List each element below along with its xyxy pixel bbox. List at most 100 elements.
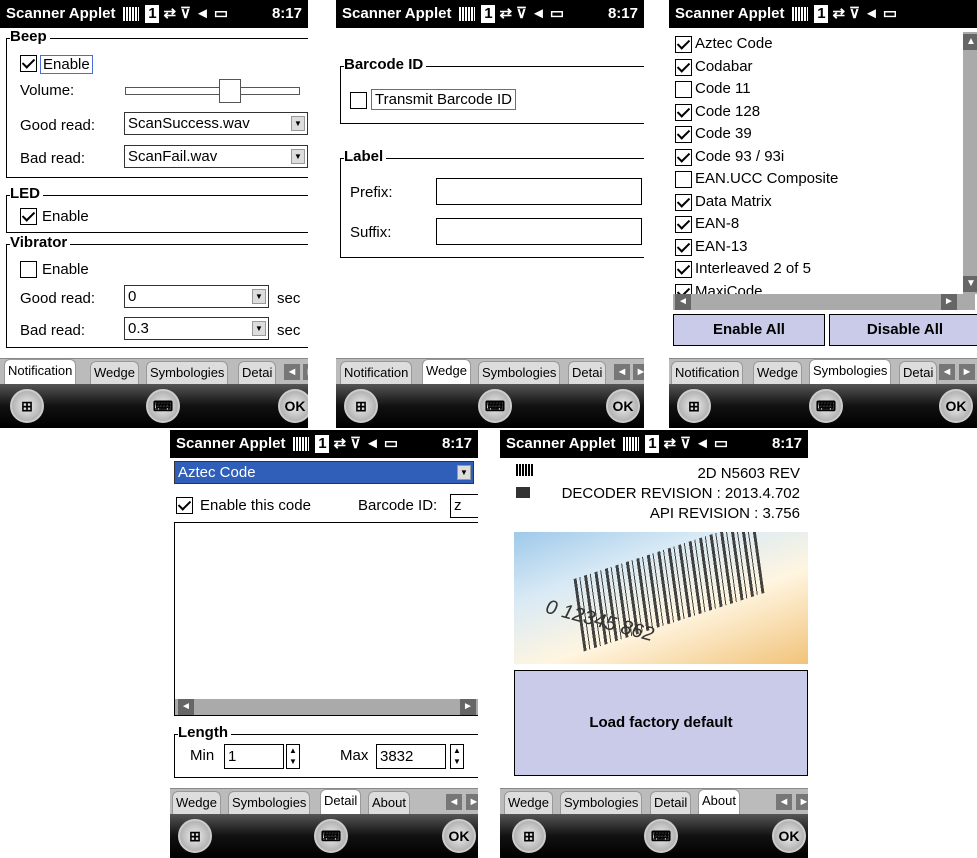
tab-symbologies[interactable]: Symbologies bbox=[809, 359, 892, 385]
symbology-checkbox[interactable] bbox=[675, 283, 692, 294]
beep-enable-checkbox[interactable] bbox=[20, 55, 37, 72]
symbology-row[interactable]: Code 128 bbox=[673, 102, 961, 124]
ok-button[interactable]: OK bbox=[278, 389, 308, 423]
scroll-down-icon[interactable]: ▼ bbox=[963, 276, 977, 292]
tab-symbologies[interactable]: Symbologies bbox=[146, 361, 229, 385]
symbology-checkbox[interactable] bbox=[675, 126, 692, 143]
symbology-row[interactable]: Interleaved 2 of 5 bbox=[673, 259, 961, 281]
tab-notification[interactable]: Notification bbox=[340, 361, 413, 385]
tab-detail[interactable]: Detail bbox=[320, 789, 362, 815]
code-selector-combo[interactable]: Aztec Code ▼ bbox=[174, 461, 474, 484]
keyboard-icon[interactable]: ⌨ bbox=[314, 819, 348, 853]
symbology-row[interactable]: Code 93 / 93i bbox=[673, 147, 961, 169]
suffix-input[interactable] bbox=[436, 218, 642, 245]
tab-wedge[interactable]: Wedge bbox=[90, 361, 139, 385]
symbology-checkbox[interactable] bbox=[675, 261, 692, 278]
tab-about[interactable]: About bbox=[698, 789, 740, 815]
tab-symbologies[interactable]: Symbologies bbox=[478, 361, 561, 385]
min-spinner[interactable]: ▲ ▼ bbox=[286, 744, 300, 769]
tab-about[interactable]: About bbox=[368, 791, 410, 815]
tab-wedge[interactable]: Wedge bbox=[422, 359, 471, 385]
tab-detail[interactable]: Detai bbox=[568, 361, 607, 385]
enable-all-button[interactable]: Enable All bbox=[673, 314, 825, 346]
symbology-checkbox[interactable] bbox=[675, 216, 692, 233]
tab-wedge[interactable]: Wedge bbox=[504, 791, 553, 815]
good-read-combo[interactable]: ScanSuccess.wav ▼ bbox=[124, 112, 308, 135]
tab-scroll-right-icon[interactable]: ► bbox=[633, 364, 644, 380]
symbology-row[interactable]: Codabar bbox=[673, 57, 961, 79]
symbology-checkbox[interactable] bbox=[675, 171, 692, 188]
tab-scroll-left-icon[interactable]: ◄ bbox=[284, 364, 300, 380]
ok-button[interactable]: OK bbox=[442, 819, 476, 853]
list-horizontal-scrollbar[interactable] bbox=[673, 294, 975, 310]
tab-detail[interactable]: Detai bbox=[238, 361, 277, 385]
tab-notification[interactable]: Notification bbox=[671, 361, 744, 385]
symbology-row[interactable]: EAN-13 bbox=[673, 237, 961, 259]
scroll-left-icon[interactable]: ◄ bbox=[675, 294, 691, 310]
disable-all-button[interactable]: Disable All bbox=[829, 314, 977, 346]
tab-notification[interactable]: Notification bbox=[4, 359, 77, 385]
ok-button[interactable]: OK bbox=[606, 389, 640, 423]
load-factory-default-button[interactable]: Load factory default bbox=[514, 670, 808, 776]
keyboard-icon[interactable]: ⌨ bbox=[146, 389, 180, 423]
symbology-checkbox[interactable] bbox=[675, 238, 692, 256]
keyboard-icon[interactable]: ⌨ bbox=[644, 819, 678, 853]
tab-scroll-right-icon[interactable]: ► bbox=[796, 794, 808, 810]
windows-start-icon[interactable]: ⊞ bbox=[10, 389, 44, 423]
transmit-barcode-checkbox[interactable] bbox=[350, 92, 367, 109]
symbology-checkbox[interactable] bbox=[675, 103, 692, 121]
barcode-id-input[interactable]: z bbox=[450, 494, 478, 518]
vib-good-read-combo[interactable]: 0 ▼ bbox=[124, 285, 269, 308]
ok-button[interactable]: OK bbox=[939, 389, 973, 423]
symbology-row[interactable]: Code 11 bbox=[673, 79, 961, 101]
volume-slider-track[interactable] bbox=[125, 87, 300, 95]
symbology-checkbox[interactable] bbox=[675, 36, 692, 53]
symbology-checkbox[interactable] bbox=[675, 148, 692, 166]
scroll-up-icon[interactable]: ▲ bbox=[963, 34, 977, 50]
tab-symbologies[interactable]: Symbologies bbox=[228, 791, 311, 815]
tab-scroll-left-icon[interactable]: ◄ bbox=[614, 364, 630, 380]
symbology-row[interactable]: EAN.UCC Composite bbox=[673, 169, 961, 191]
windows-start-icon[interactable]: ⊞ bbox=[344, 389, 378, 423]
options-horizontal-scrollbar[interactable] bbox=[175, 699, 478, 715]
vib-bad-read-combo[interactable]: 0.3 ▼ bbox=[124, 317, 269, 340]
keyboard-icon[interactable]: ⌨ bbox=[478, 389, 512, 423]
tab-scroll-left-icon[interactable]: ◄ bbox=[446, 794, 462, 810]
symbology-checkbox[interactable] bbox=[675, 193, 692, 211]
vibrator-enable-checkbox[interactable] bbox=[20, 261, 37, 278]
tab-scroll-right-icon[interactable]: ► bbox=[303, 364, 308, 380]
tab-detail[interactable]: Detai bbox=[899, 361, 938, 385]
tab-scroll-right-icon[interactable]: ► bbox=[466, 794, 478, 810]
tab-wedge[interactable]: Wedge bbox=[753, 361, 802, 385]
ok-button[interactable]: OK bbox=[772, 819, 806, 853]
led-enable-checkbox[interactable] bbox=[20, 208, 37, 225]
tab-scroll-left-icon[interactable]: ◄ bbox=[939, 364, 955, 380]
max-spinner[interactable]: ▲ ▼ bbox=[450, 744, 464, 769]
tab-scroll-left-icon[interactable]: ◄ bbox=[776, 794, 792, 810]
bad-read-combo[interactable]: ScanFail.wav ▼ bbox=[124, 145, 308, 168]
prefix-input[interactable] bbox=[436, 178, 642, 205]
symbology-row[interactable]: Data Matrix bbox=[673, 192, 961, 214]
list-vertical-scrollbar[interactable] bbox=[963, 32, 977, 294]
enable-code-checkbox[interactable] bbox=[176, 497, 193, 514]
tab-scroll-right-icon[interactable]: ► bbox=[959, 364, 975, 380]
tab-detail[interactable]: Detail bbox=[650, 791, 692, 815]
windows-start-icon[interactable]: ⊞ bbox=[178, 819, 212, 853]
min-input[interactable]: 1 bbox=[224, 744, 284, 769]
keyboard-icon[interactable]: ⌨ bbox=[809, 389, 843, 423]
windows-start-icon[interactable]: ⊞ bbox=[677, 389, 711, 423]
symbology-row[interactable]: Code 39 bbox=[673, 124, 961, 146]
scroll-right-icon[interactable]: ► bbox=[941, 294, 957, 310]
symbology-checkbox[interactable] bbox=[675, 58, 692, 76]
max-input[interactable]: 3832 bbox=[376, 744, 446, 769]
symbology-row[interactable]: MaxiCode bbox=[673, 282, 961, 294]
windows-start-icon[interactable]: ⊞ bbox=[512, 819, 546, 853]
volume-slider-thumb[interactable] bbox=[219, 79, 241, 103]
tab-symbologies[interactable]: Symbologies bbox=[560, 791, 643, 815]
symbology-row[interactable]: Aztec Code bbox=[673, 34, 961, 56]
tab-wedge[interactable]: Wedge bbox=[172, 791, 221, 815]
scroll-left-icon[interactable]: ◄ bbox=[178, 699, 194, 715]
symbology-row[interactable]: EAN-8 bbox=[673, 214, 961, 236]
symbology-checkbox[interactable] bbox=[675, 81, 692, 98]
scroll-right-icon[interactable]: ► bbox=[460, 699, 476, 715]
